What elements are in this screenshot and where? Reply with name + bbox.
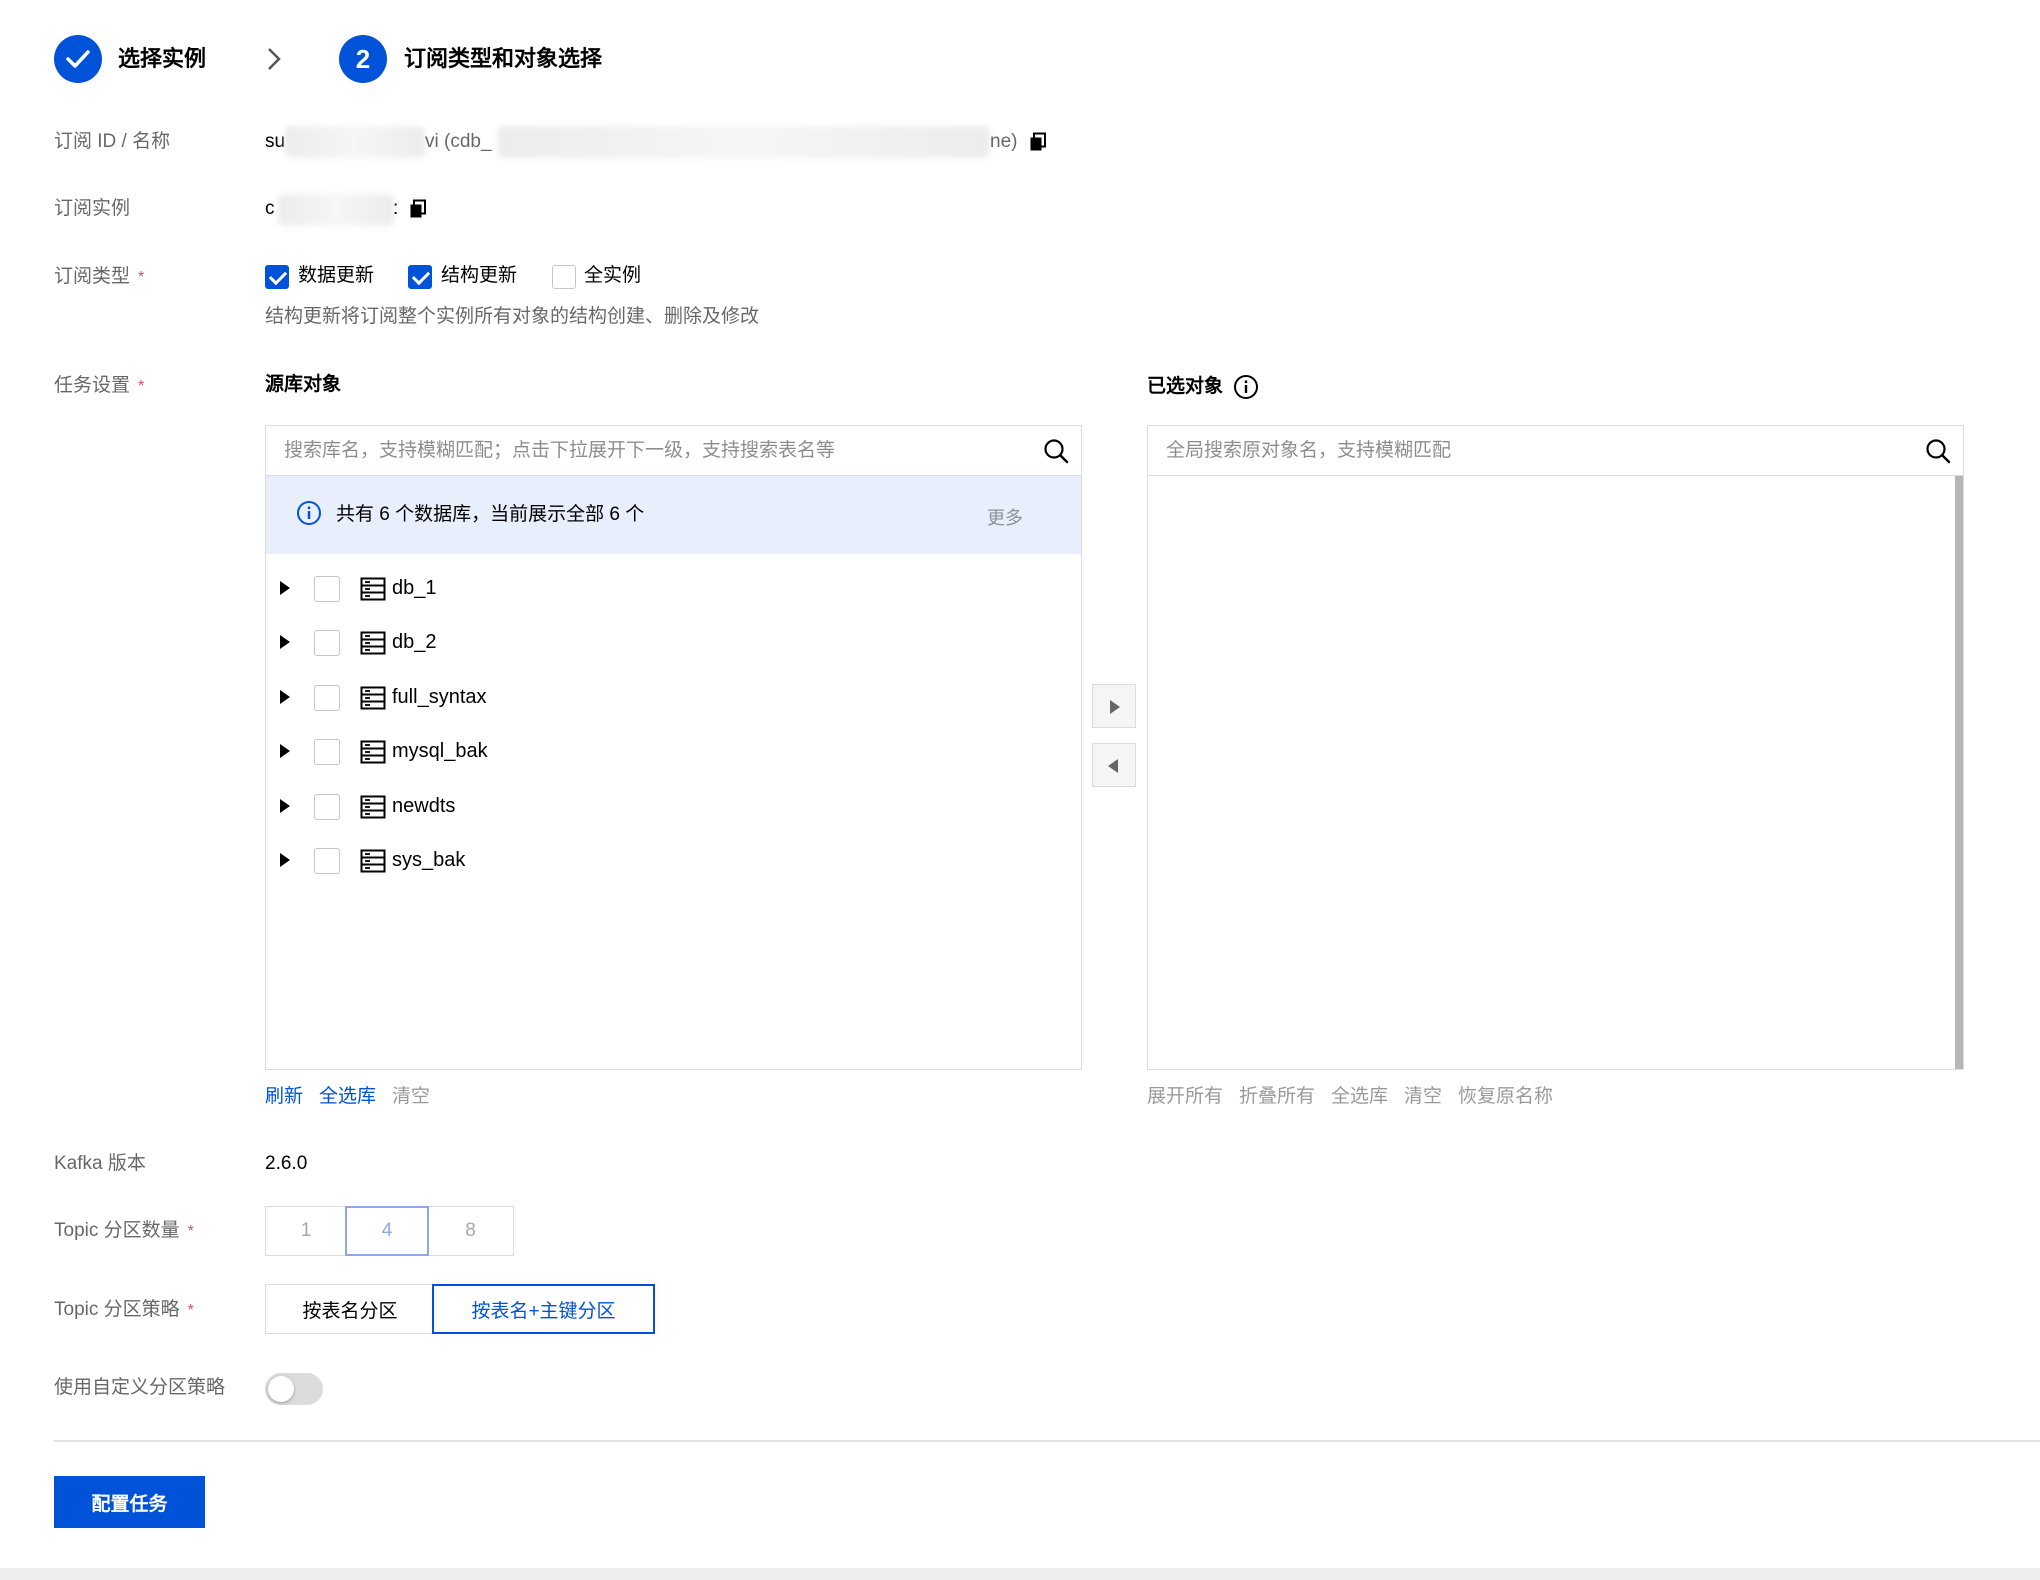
db-name[interactable]: db_2 — [392, 628, 437, 656]
arrow-right-icon — [1110, 700, 1120, 714]
info-circle-icon — [297, 501, 321, 525]
move-right-button[interactable] — [1092, 684, 1136, 728]
search-icon[interactable] — [1925, 438, 1951, 464]
selected-objects-panel — [1147, 425, 1964, 1070]
tree-row-sys-bak[interactable]: sys_bak — [266, 840, 1081, 880]
db-name[interactable]: full_syntax — [392, 683, 487, 711]
db-checkbox[interactable] — [314, 685, 340, 711]
partition-option-1[interactable]: 1 — [265, 1206, 347, 1256]
step-2-number: 2 — [339, 35, 387, 83]
tree-row-full-syntax[interactable]: full_syntax — [266, 677, 1081, 717]
partition-option-8[interactable]: 8 — [427, 1206, 514, 1256]
db-name[interactable]: sys_bak — [392, 846, 465, 874]
source-search-box — [266, 426, 1081, 476]
subscription-id-prefix: su — [265, 131, 286, 152]
db-checkbox[interactable] — [314, 739, 340, 765]
restore-names-link[interactable]: 恢复原名称 — [1458, 1084, 1553, 1110]
chevron-right-icon — [268, 48, 281, 70]
strategy-by-table-pk-button[interactable]: 按表名+主键分区 — [432, 1284, 655, 1334]
selected-search-box — [1148, 426, 1963, 476]
database-icon — [360, 631, 386, 655]
partition-option-4[interactable]: 4 — [345, 1206, 429, 1256]
db-checkbox[interactable] — [314, 848, 340, 874]
tree-row-db-2[interactable]: db_2 — [266, 622, 1081, 662]
divider — [54, 1440, 2040, 1442]
selected-clear-link[interactable]: 清空 — [1404, 1084, 1442, 1110]
copy-icon[interactable] — [1029, 132, 1047, 152]
expand-all-link[interactable]: 展开所有 — [1147, 1084, 1223, 1110]
tree-row-db-1[interactable]: db_1 — [266, 568, 1081, 608]
redacted-name — [498, 126, 990, 158]
db-name[interactable]: newdts — [392, 792, 455, 820]
strategy-by-table-button[interactable]: 按表名分区 — [265, 1284, 435, 1334]
select-all-db-link[interactable]: 全选库 — [319, 1084, 376, 1110]
custom-strategy-switch[interactable] — [265, 1373, 323, 1405]
db-checkbox[interactable] — [314, 630, 340, 656]
source-search-input[interactable] — [284, 437, 1024, 465]
database-info-bar: 共有 6 个数据库，当前展示全部 6 个 更多 — [266, 476, 1081, 554]
instance-suffix: : — [393, 198, 399, 219]
selected-panel-title: 已选对象 — [1147, 376, 1224, 397]
source-objects-panel: 共有 6 个数据库，当前展示全部 6 个 更多 db_1 db_2 full_s… — [265, 425, 1082, 1070]
database-icon — [360, 686, 386, 710]
full-instance-label[interactable]: 全实例 — [584, 263, 641, 289]
subscription-id-middle: vi (cdb_ — [425, 131, 492, 152]
kafka-version-value: 2.6.0 — [265, 1153, 308, 1174]
expand-caret-icon[interactable] — [280, 635, 290, 649]
full-instance-checkbox[interactable] — [552, 265, 576, 289]
selected-search-input[interactable] — [1166, 437, 1906, 465]
database-count-text: 共有 6 个数据库，当前展示全部 6 个 — [336, 504, 645, 525]
collapse-all-link[interactable]: 折叠所有 — [1239, 1084, 1315, 1110]
selected-select-all-link[interactable]: 全选库 — [1331, 1084, 1388, 1110]
data-update-label[interactable]: 数据更新 — [298, 263, 374, 289]
info-icon[interactable] — [1233, 374, 1259, 400]
partition-count-label: Topic 分区数量 * — [54, 1220, 194, 1241]
copy-icon[interactable] — [409, 199, 427, 219]
move-left-button[interactable] — [1092, 743, 1136, 787]
database-icon — [360, 849, 386, 873]
search-icon[interactable] — [1043, 438, 1069, 464]
scrollbar[interactable] — [1955, 476, 1963, 1069]
configure-task-button[interactable]: 配置任务 — [54, 1476, 205, 1528]
redacted-id — [285, 126, 425, 158]
redacted-instance — [278, 194, 394, 226]
db-name[interactable]: db_1 — [392, 574, 437, 602]
structure-update-checkbox[interactable] — [408, 265, 432, 289]
step-1-complete-icon — [54, 35, 102, 83]
database-icon — [360, 795, 386, 819]
instance-prefix: c — [265, 198, 275, 219]
data-update-checkbox[interactable] — [265, 265, 289, 289]
expand-caret-icon[interactable] — [280, 744, 290, 758]
task-settings-label: 任务设置 * — [54, 375, 145, 396]
structure-update-label[interactable]: 结构更新 — [441, 263, 517, 289]
instance-label: 订阅实例 — [54, 198, 131, 219]
db-checkbox[interactable] — [314, 576, 340, 602]
step-2-label: 订阅类型和对象选择 — [404, 46, 603, 71]
subscription-id-label: 订阅 ID / 名称 — [54, 131, 171, 152]
footer-bar — [0, 1568, 2040, 1580]
db-name[interactable]: mysql_bak — [392, 737, 488, 765]
expand-caret-icon[interactable] — [280, 799, 290, 813]
subscription-id-suffix: ne) — [990, 131, 1018, 152]
database-icon — [360, 740, 386, 764]
database-icon — [360, 577, 386, 601]
source-panel-title: 源库对象 — [265, 374, 342, 395]
expand-caret-icon[interactable] — [280, 853, 290, 867]
tree-row-mysql-bak[interactable]: mysql_bak — [266, 731, 1081, 771]
expand-caret-icon[interactable] — [280, 690, 290, 704]
tree-row-newdts[interactable]: newdts — [266, 786, 1081, 826]
partition-strategy-label: Topic 分区策略 * — [54, 1299, 194, 1320]
arrow-left-icon — [1108, 759, 1118, 773]
step-1-label[interactable]: 选择实例 — [118, 44, 206, 74]
subscription-type-label: 订阅类型 * — [54, 266, 145, 287]
refresh-link[interactable]: 刷新 — [265, 1084, 303, 1110]
db-checkbox[interactable] — [314, 794, 340, 820]
more-link[interactable]: 更多 — [987, 504, 1023, 530]
type-hint: 结构更新将订阅整个实例所有对象的结构创建、删除及修改 — [265, 306, 760, 327]
clear-link[interactable]: 清空 — [392, 1084, 430, 1110]
kafka-version-label: Kafka 版本 — [54, 1153, 146, 1174]
switch-knob — [268, 1376, 294, 1402]
expand-caret-icon[interactable] — [280, 581, 290, 595]
custom-strategy-label: 使用自定义分区策略 — [54, 1377, 226, 1398]
